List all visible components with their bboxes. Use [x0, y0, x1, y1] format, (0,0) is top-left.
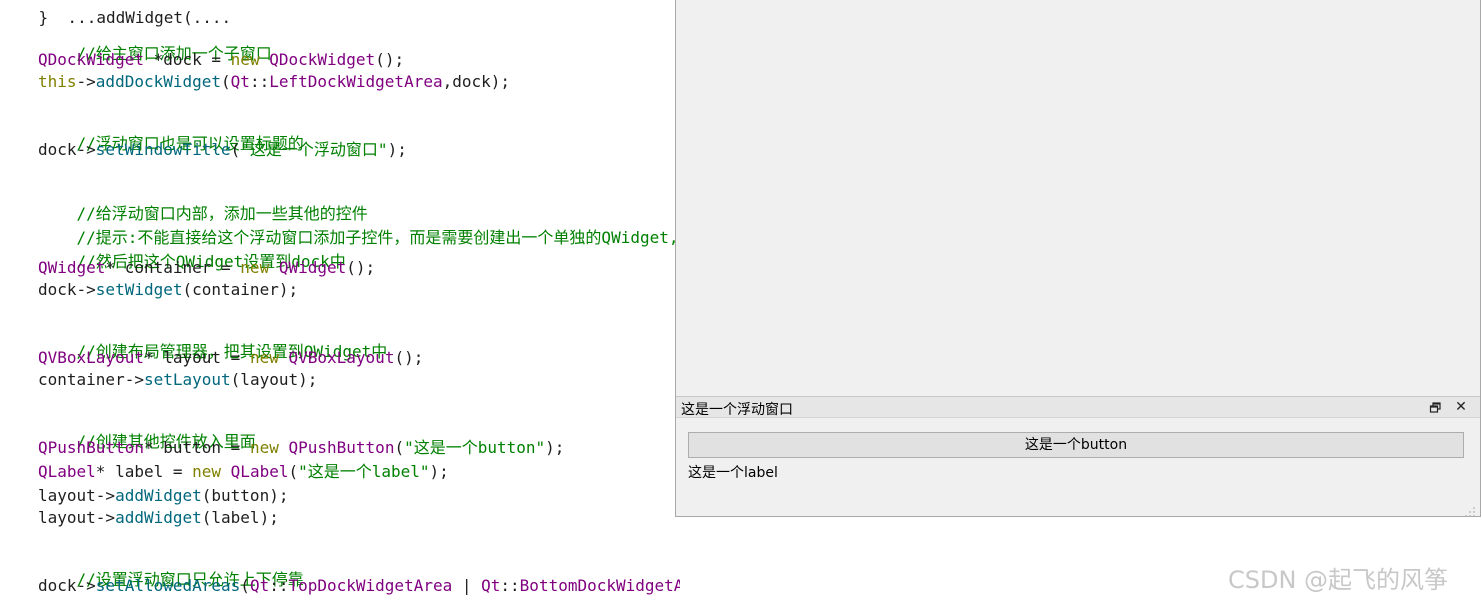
code-line: QVBoxLayout* layout = new QVBoxLayout(); — [38, 348, 423, 368]
code-text: | — [452, 576, 482, 595]
code-function: setWindowTitle — [95, 140, 231, 159]
code-keyword: new — [240, 258, 270, 277]
code-keyword: new — [249, 348, 279, 367]
code-text: ); — [545, 438, 565, 457]
code-line: dock->setAllowedAreas(Qt::TopDockWidgetA… — [38, 576, 680, 596]
code-text: (label); — [201, 508, 279, 527]
code-function: addDockWidget — [95, 72, 222, 91]
resize-grip-icon[interactable] — [1464, 503, 1476, 517]
code-editor: } ...addWidget(.... //给主窗口添加一个子窗口 QDockW… — [0, 0, 680, 602]
code-line: dock->setWindowTitle("这是一个浮动窗口"); — [38, 140, 407, 160]
code-keyword: this — [38, 72, 77, 91]
code-line: QDockWidget *dock = new QDockWidget(); — [38, 50, 404, 70]
code-type: QDockWidget — [38, 50, 144, 69]
code-line: dock->setWidget(container); — [38, 280, 298, 300]
code-text: :: — [249, 72, 270, 91]
code-type: QPushButton — [288, 438, 395, 457]
dock-label: 这是一个label — [688, 465, 778, 481]
code-line: container->setLayout(layout); — [38, 370, 317, 390]
code-text: :: — [500, 576, 520, 595]
dock-button[interactable]: 这是一个button — [688, 432, 1464, 458]
code-type: QLabel — [38, 462, 96, 481]
close-icon[interactable]: ✕ — [1454, 399, 1468, 415]
code-text: ,dock); — [442, 72, 511, 91]
code-text: * container = — [105, 258, 241, 277]
code-function: setWidget — [95, 280, 183, 299]
code-type: QWidget — [38, 258, 106, 277]
code-line: QWidget* container = new QWidget(); — [38, 258, 375, 278]
code-text: (); — [375, 50, 405, 69]
dock-title-bar[interactable]: 这是一个浮动窗口 ✕ — [676, 396, 1480, 418]
code-type: Qt — [230, 72, 250, 91]
code-text: ); — [429, 462, 449, 481]
code-string: "这是一个button" — [404, 438, 546, 457]
code-string: "这是一个浮动窗口" — [240, 140, 388, 159]
code-keyword: new — [192, 462, 222, 481]
code-type: Qt — [249, 576, 270, 595]
code-text: (); — [346, 258, 376, 277]
code-text: (button); — [201, 486, 289, 505]
code-text: ( — [221, 72, 231, 91]
code-text: (layout); — [230, 370, 318, 389]
code-text: ( — [288, 462, 299, 481]
code-keyword: new — [230, 50, 260, 69]
code-text: layout-> — [38, 508, 116, 527]
code-text: ); — [387, 140, 407, 159]
code-keyword: new — [249, 438, 279, 457]
code-line: this->addDockWidget(Qt::LeftDockWidgetAr… — [38, 72, 510, 92]
code-text: (); — [394, 348, 424, 367]
code-type: BottomDockWidgetArea — [519, 576, 680, 595]
code-text: dock-> — [38, 140, 96, 159]
watermark: CSDN @起飞的风筝 — [1228, 566, 1449, 594]
code-text: ( — [230, 140, 241, 159]
code-text: dock-> — [38, 576, 96, 595]
code-text: *dock = — [143, 50, 231, 69]
code-text: -> — [76, 72, 96, 91]
code-type: Qt — [481, 576, 501, 595]
code-type: QPushButton — [38, 438, 144, 457]
code-text: ( — [394, 438, 405, 457]
restore-icon[interactable] — [1429, 400, 1443, 414]
code-type: QVBoxLayout — [288, 348, 395, 367]
code-type: TopDockWidgetArea — [288, 576, 453, 595]
code-type: QWidget — [278, 258, 347, 277]
code-line: layout->addWidget(button); — [38, 486, 288, 506]
code-text: ( — [240, 576, 250, 595]
code-function: addWidget — [115, 508, 202, 527]
code-line: layout->addWidget(label); — [38, 508, 279, 528]
code-text: * label = — [95, 462, 193, 481]
code-line: QLabel* label = new QLabel("这是一个label"); — [38, 462, 449, 482]
code-text: * layout = — [143, 348, 250, 367]
dock-title: 这是一个浮动窗口 — [681, 402, 793, 418]
code-text: (container); — [182, 280, 299, 299]
code-type: QLabel — [230, 462, 289, 481]
code-text: dock-> — [38, 280, 96, 299]
code-text: :: — [269, 576, 289, 595]
code-line: QPushButton* button = new QPushButton("这… — [38, 438, 564, 458]
code-function: setAllowedAreas — [95, 576, 241, 595]
code-text: container-> — [38, 370, 144, 389]
code-function: addWidget — [115, 486, 202, 505]
code-text: layout-> — [38, 486, 116, 505]
code-string: "这是一个label" — [298, 462, 430, 481]
code-type: QDockWidget — [269, 50, 376, 69]
code-function: setLayout — [143, 370, 231, 389]
code-type: LeftDockWidgetArea — [269, 72, 443, 91]
code-text: * button = — [143, 438, 250, 457]
code-type: QVBoxLayout — [38, 348, 144, 367]
